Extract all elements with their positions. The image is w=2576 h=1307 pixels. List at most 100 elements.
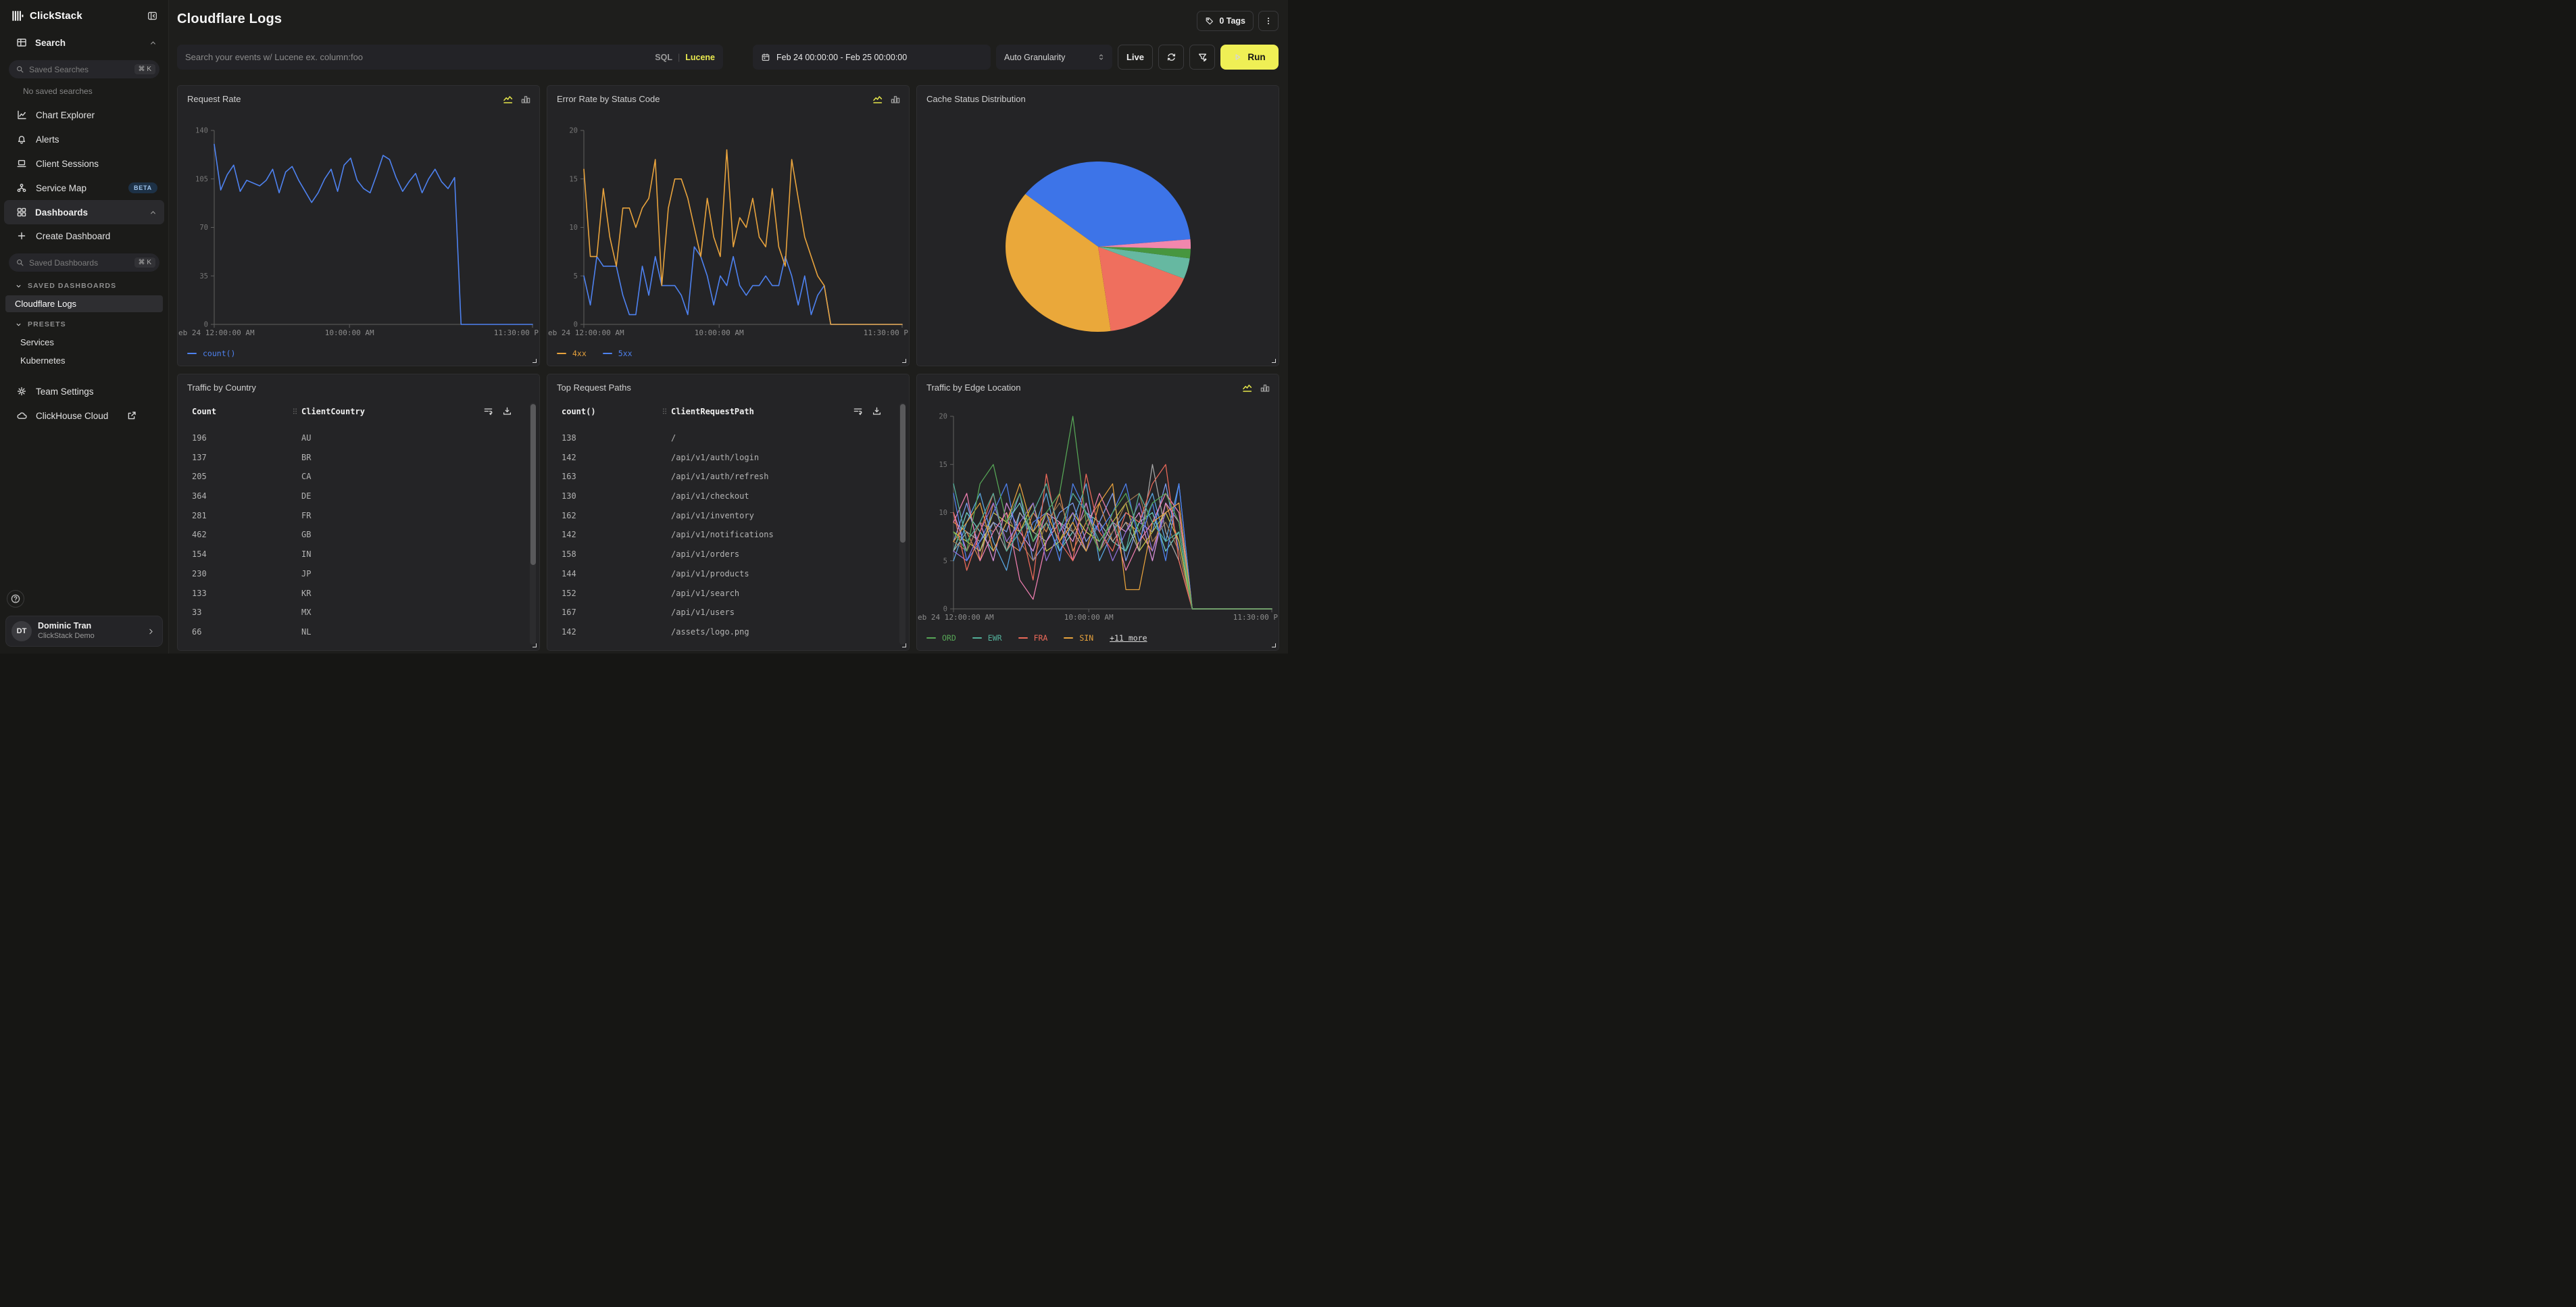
- resize-handle[interactable]: [902, 359, 906, 363]
- cache-status-pie-canvas[interactable]: [917, 86, 1279, 366]
- scrollbar-thumb[interactable]: [900, 404, 906, 543]
- resize-handle[interactable]: [532, 643, 537, 647]
- help-button[interactable]: [7, 590, 24, 608]
- cell-value: DE: [301, 487, 311, 506]
- tags-button[interactable]: 0 Tags: [1197, 11, 1254, 31]
- column-header[interactable]: count(): [562, 401, 596, 422]
- date-range-picker[interactable]: Feb 24 00:00:00 - Feb 25 00:00:00: [753, 45, 991, 70]
- svg-text:20: 20: [939, 413, 947, 421]
- sidebar-item-alerts[interactable]: Alerts: [0, 127, 168, 151]
- sidebar-item-chart-explorer[interactable]: Chart Explorer: [0, 103, 168, 127]
- panel-title: Cache Status Distribution: [926, 94, 1026, 104]
- svg-text:10: 10: [939, 509, 947, 517]
- avatar: DT: [11, 621, 32, 641]
- sidebar-collapse-button[interactable]: [146, 9, 159, 22]
- edge-location-chart-canvas[interactable]: 05101520eb 24 12:00:00 AM10:00:00 AM11:3…: [917, 374, 1279, 650]
- saved-dashboards-input[interactable]: [29, 258, 130, 268]
- event-search-input[interactable]: [185, 52, 648, 62]
- line-chart-toggle-icon[interactable]: [872, 95, 883, 104]
- legend-item[interactable]: 4xx: [557, 349, 587, 358]
- drag-handle-icon[interactable]: [291, 407, 299, 416]
- legend-item[interactable]: FRA: [1018, 633, 1048, 643]
- table-row: 142/api/v1/auth/login: [547, 448, 909, 468]
- line-chart-toggle-icon[interactable]: [1242, 383, 1253, 393]
- sidebar-section-dashboards[interactable]: Dashboards: [4, 200, 164, 224]
- drag-handle-icon[interactable]: [660, 407, 669, 416]
- user-card[interactable]: DT Dominic Tran ClickStack Demo: [5, 616, 163, 647]
- refresh-button[interactable]: [1158, 45, 1184, 70]
- cell-value: /api/v1/products: [671, 564, 749, 584]
- lucene-toggle[interactable]: Lucene: [685, 53, 715, 62]
- wrap-text-icon[interactable]: [853, 406, 863, 416]
- sidebar-item-team-settings[interactable]: Team Settings: [0, 379, 168, 403]
- chart-explorer-icon: [16, 109, 27, 120]
- granularity-select[interactable]: Auto Granularity: [996, 45, 1112, 70]
- cell-value: 133: [192, 584, 207, 603]
- cell-value: 144: [562, 564, 576, 584]
- sidebar-item-kubernetes[interactable]: Kubernetes: [5, 352, 163, 369]
- sidebar-item-clickhouse-cloud[interactable]: ClickHouse Cloud: [0, 403, 168, 428]
- table-row: 152/api/v1/search: [547, 584, 909, 603]
- chevron-up-icon: [149, 39, 157, 47]
- resize-handle[interactable]: [532, 359, 537, 363]
- gear-icon: [16, 386, 27, 397]
- bar-chart-toggle-icon[interactable]: [1260, 383, 1270, 393]
- legend-item[interactable]: +11 more: [1110, 633, 1147, 643]
- run-button[interactable]: Run: [1220, 45, 1279, 70]
- scrollbar-thumb[interactable]: [530, 404, 536, 565]
- logo-text: ClickStack: [30, 10, 82, 22]
- line-chart-toggle-icon[interactable]: [503, 95, 514, 104]
- group-label-text: SAVED DASHBOARDS: [28, 282, 116, 290]
- table-row: 142/api/v1/notifications: [547, 525, 909, 545]
- column-header[interactable]: Count: [192, 401, 216, 422]
- cell-value: MX: [301, 603, 311, 622]
- toolbar: SQL | Lucene Feb 24 00:00:00 - Feb 25 00…: [177, 45, 1279, 70]
- sidebar-item-cloudflare-logs[interactable]: Cloudflare Logs: [5, 295, 163, 312]
- filter-button[interactable]: [1189, 45, 1215, 70]
- column-header[interactable]: ClientRequestPath: [671, 401, 754, 422]
- bar-chart-toggle-icon[interactable]: [520, 95, 531, 104]
- cell-value: 163: [562, 467, 576, 487]
- cell-value: 281: [192, 506, 207, 526]
- panel-title: Traffic by Edge Location: [926, 383, 1020, 393]
- chevron-down-icon: [15, 282, 22, 290]
- error-rate-chart-canvas[interactable]: 05101520eb 24 12:00:00 AM10:00:00 AM11:3…: [547, 86, 909, 366]
- presets-group-label[interactable]: PRESETS: [0, 316, 168, 333]
- legend-item[interactable]: SIN: [1064, 633, 1093, 643]
- saved-dashboards-group-label[interactable]: SAVED DASHBOARDS: [0, 277, 168, 295]
- sidebar-item-service-map[interactable]: Service Map BETA: [0, 176, 168, 200]
- live-button[interactable]: Live: [1118, 45, 1153, 70]
- play-icon: [1233, 53, 1242, 61]
- download-icon[interactable]: [872, 406, 882, 416]
- sidebar-item-services[interactable]: Services: [5, 334, 163, 351]
- external-link-icon: [126, 410, 137, 421]
- sidebar-item-client-sessions[interactable]: Client Sessions: [0, 151, 168, 176]
- app-root: ClickStack Search ⌘ K No saved searches …: [0, 0, 1288, 654]
- sidebar-section-search[interactable]: Search: [0, 31, 168, 54]
- column-header[interactable]: ClientCountry: [301, 401, 365, 422]
- resize-handle[interactable]: [1272, 643, 1276, 647]
- cell-value: 137: [192, 448, 207, 468]
- bar-chart-toggle-icon[interactable]: [890, 95, 901, 104]
- request-rate-chart-canvas[interactable]: 03570105140eb 24 12:00:00 AM10:00:00 AM1…: [178, 86, 539, 366]
- saved-searches-input[interactable]: [29, 65, 130, 74]
- resize-handle[interactable]: [902, 643, 906, 647]
- plus-icon: [16, 230, 27, 241]
- legend-item[interactable]: 5xx: [603, 349, 633, 358]
- cell-value: 130: [562, 487, 576, 506]
- svg-text:20: 20: [569, 127, 578, 135]
- sql-toggle[interactable]: SQL: [655, 53, 672, 62]
- resize-handle[interactable]: [1272, 359, 1276, 363]
- nav-label: Team Settings: [36, 387, 94, 397]
- more-menu-button[interactable]: [1258, 11, 1279, 31]
- legend-item[interactable]: EWR: [972, 633, 1002, 643]
- legend-item[interactable]: ORD: [926, 633, 956, 643]
- create-dashboard-button[interactable]: Create Dashboard: [0, 224, 168, 247]
- panel-error-rate: Error Rate by Status Code 05101520eb 24 …: [547, 85, 910, 366]
- shortcut-badge: ⌘ K: [134, 64, 155, 74]
- download-icon[interactable]: [502, 406, 512, 416]
- legend-dash: [926, 637, 936, 639]
- wrap-text-icon[interactable]: [483, 406, 493, 416]
- date-range-value: Feb 24 00:00:00 - Feb 25 00:00:00: [776, 53, 907, 62]
- legend-item[interactable]: count(): [187, 349, 235, 358]
